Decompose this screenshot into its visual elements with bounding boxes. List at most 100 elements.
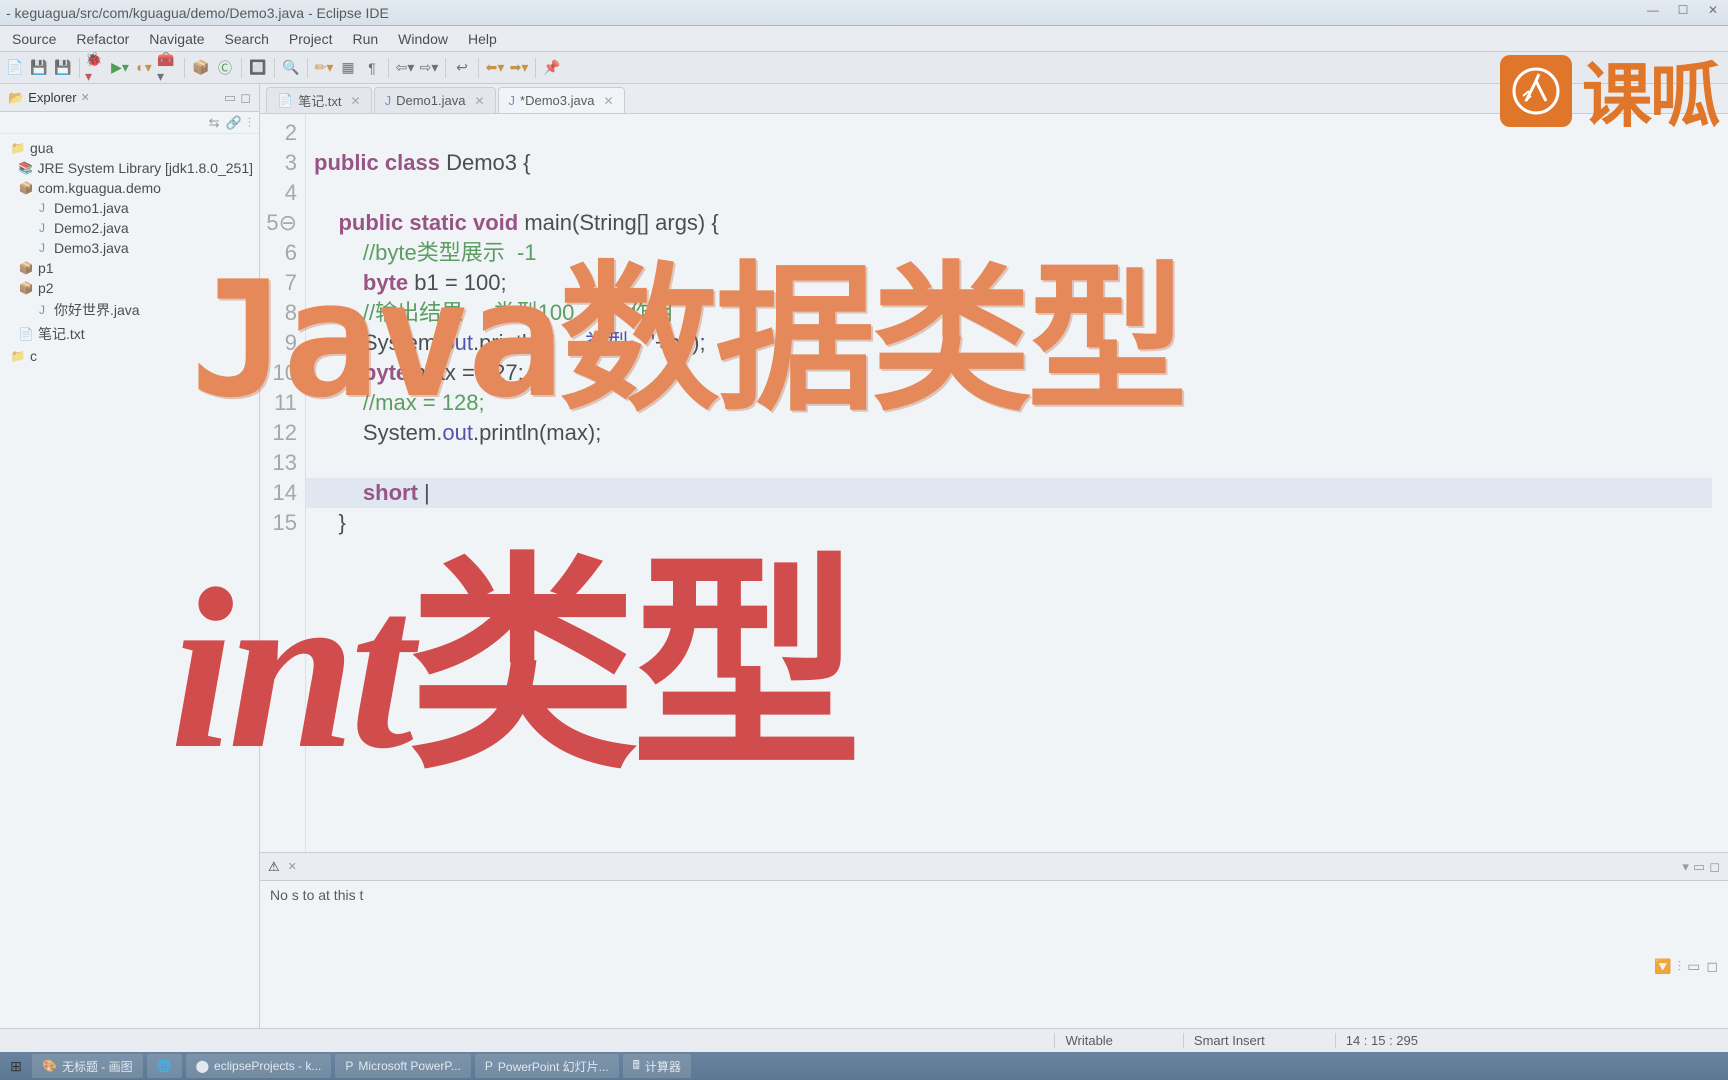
close-tab-icon[interactable]: ✕: [603, 94, 613, 108]
tree-icon: J: [34, 201, 50, 215]
brand-watermark: 课呱: [1500, 40, 1718, 141]
tree-icon: 📦: [18, 281, 34, 295]
tree-icon: J: [34, 241, 50, 255]
brand-logo-icon: [1500, 55, 1572, 127]
menu-window[interactable]: Window: [388, 28, 458, 50]
window-title: - keguagua/src/com/kguagua/demo/Demo3.ja…: [6, 5, 389, 21]
app-icon: ⬤: [196, 1059, 209, 1073]
filter-icon[interactable]: 🔽: [1654, 958, 1671, 975]
app-icon: P: [345, 1059, 353, 1073]
editor-tab[interactable]: 📄笔记.txt✕: [266, 87, 372, 113]
menu-icon[interactable]: ⫶: [1678, 958, 1682, 975]
problems-view: ⚠ ✕ ▾ ▭ ◻ No s to at this t 🔽 ⫶ ▭: [260, 852, 1728, 1052]
explorer-tab[interactable]: 📂 Explorer ✕: [8, 90, 90, 106]
tree-icon: 📦: [18, 181, 34, 195]
app-icon: 🖩: [633, 1056, 640, 1077]
status-position: 14 : 15 : 295: [1335, 1033, 1428, 1048]
link-editor-icon[interactable]: 🔗: [226, 115, 242, 131]
file-icon: J: [385, 93, 392, 108]
overlay-title-2: int类型: [170, 480, 856, 813]
max2-icon[interactable]: ◻: [1706, 958, 1718, 975]
title-bar: - keguagua/src/com/kguagua/demo/Demo3.ja…: [0, 0, 1728, 26]
brand-text: 课呱: [1582, 40, 1718, 141]
forward-button[interactable]: ➡▾: [508, 57, 530, 79]
debug-button[interactable]: 🐞▾: [85, 57, 107, 79]
save-all-button[interactable]: 💾: [52, 57, 74, 79]
tree-item[interactable]: 📁gua: [0, 138, 259, 158]
editor-tab[interactable]: J*Demo3.java✕: [498, 87, 625, 113]
close-tab-icon[interactable]: ✕: [474, 94, 484, 108]
collapse-all-icon[interactable]: ⇆: [209, 115, 220, 131]
min2-icon[interactable]: ▭: [1687, 958, 1700, 975]
taskbar-item[interactable]: PMicrosoft PowerP...: [335, 1054, 471, 1078]
taskbar-item[interactable]: PPowerPoint 幻灯片...: [475, 1054, 619, 1078]
tree-icon: 📚: [18, 161, 33, 175]
menu-navigate[interactable]: Navigate: [139, 28, 214, 50]
run-button[interactable]: ▶▾: [109, 57, 131, 79]
menu-help[interactable]: Help: [458, 28, 507, 50]
new-package-button[interactable]: 📦: [190, 57, 212, 79]
back-button[interactable]: ⬅▾: [484, 57, 506, 79]
tree-icon: 📦: [18, 261, 34, 275]
app-icon: P: [485, 1059, 493, 1073]
taskbar-item[interactable]: 🖩计算器: [623, 1054, 691, 1078]
problems-icon: ⚠: [268, 859, 280, 875]
tree-icon: J: [34, 303, 50, 317]
taskbar-item[interactable]: ⬤eclipseProjects - k...: [186, 1054, 332, 1078]
new-button[interactable]: 📄: [4, 57, 26, 79]
pin-button[interactable]: 📌: [541, 57, 563, 79]
overlay-title-1: Java数据类型: [190, 210, 1183, 442]
window-controls: — ☐ ✕: [1638, 0, 1728, 20]
view-menu-icon[interactable]: ▾: [1682, 859, 1689, 875]
min-icon[interactable]: ▭: [1693, 859, 1705, 875]
problems-tab[interactable]: ⚠ ✕: [268, 859, 297, 875]
package-icon: 📂: [8, 90, 24, 106]
annotation-prev-button[interactable]: ⇦▾: [394, 57, 416, 79]
tree-item[interactable]: 📦com.kguagua.demo: [0, 178, 259, 198]
new-class-button[interactable]: Ⓒ: [214, 57, 236, 79]
tree-item[interactable]: 📚JRE System Library [jdk1.8.0_251]: [0, 158, 259, 178]
menu-source[interactable]: Source: [2, 28, 66, 50]
close-tab-icon[interactable]: ✕: [351, 94, 361, 108]
problems-text: No s to at this t: [270, 887, 363, 1046]
toggle-block-button[interactable]: ▦: [337, 57, 359, 79]
status-bar: Writable Smart Insert 14 : 15 : 295: [0, 1028, 1728, 1052]
min-icon[interactable]: ▭: [224, 90, 236, 106]
close-button[interactable]: ✕: [1698, 0, 1728, 20]
taskbar-item[interactable]: 🎨无标题 - 画图: [32, 1054, 143, 1078]
last-edit-button[interactable]: ↩: [451, 57, 473, 79]
tree-icon: J: [34, 221, 50, 235]
file-icon: J: [509, 93, 516, 108]
file-icon: 📄: [277, 93, 293, 109]
show-whitespace-button[interactable]: ¶: [361, 57, 383, 79]
status-insert: Smart Insert: [1183, 1033, 1275, 1048]
tree-icon: 📁: [10, 141, 26, 155]
app-icon: 🌐: [157, 1059, 172, 1073]
filter-icon[interactable]: ⫶: [248, 115, 251, 131]
search-button[interactable]: 🔍: [280, 57, 302, 79]
toggle-mark-button[interactable]: ✏▾: [313, 57, 335, 79]
start-button[interactable]: ⊞: [4, 1054, 28, 1078]
ext-tools-button[interactable]: 🧰▾: [157, 57, 179, 79]
taskbar-item[interactable]: 🌐: [147, 1054, 182, 1078]
menu-refactor[interactable]: Refactor: [66, 28, 139, 50]
menu-project[interactable]: Project: [279, 28, 343, 50]
menu-run[interactable]: Run: [342, 28, 388, 50]
maximize-button[interactable]: ☐: [1668, 0, 1698, 20]
save-button[interactable]: 💾: [28, 57, 50, 79]
max-icon[interactable]: ◻: [1709, 859, 1720, 875]
menu-bar: SourceRefactorNavigateSearchProjectRunWi…: [0, 26, 1728, 52]
annotation-next-button[interactable]: ⇨▾: [418, 57, 440, 79]
coverage-button[interactable]: ◐▾: [133, 57, 155, 79]
open-type-button[interactable]: 🔲: [247, 57, 269, 79]
editor-tab[interactable]: JDemo1.java✕: [374, 87, 496, 113]
status-writable: Writable: [1054, 1033, 1122, 1048]
windows-taskbar: ⊞🎨无标题 - 画图 🌐 ⬤eclipseProjects - k...PMicro…: [0, 1052, 1728, 1080]
app-icon: 🎨: [42, 1059, 57, 1073]
max-icon[interactable]: ◻: [240, 90, 251, 106]
tree-icon: 📄: [18, 327, 34, 341]
minimize-button[interactable]: —: [1638, 0, 1668, 20]
menu-search[interactable]: Search: [215, 28, 279, 50]
tree-icon: 📁: [10, 349, 26, 363]
main-toolbar: 📄 💾 💾 🐞▾ ▶▾ ◐▾ 🧰▾ 📦 Ⓒ 🔲 🔍 ✏▾ ▦ ¶ ⇦▾ ⇨▾ ↩…: [0, 52, 1728, 84]
